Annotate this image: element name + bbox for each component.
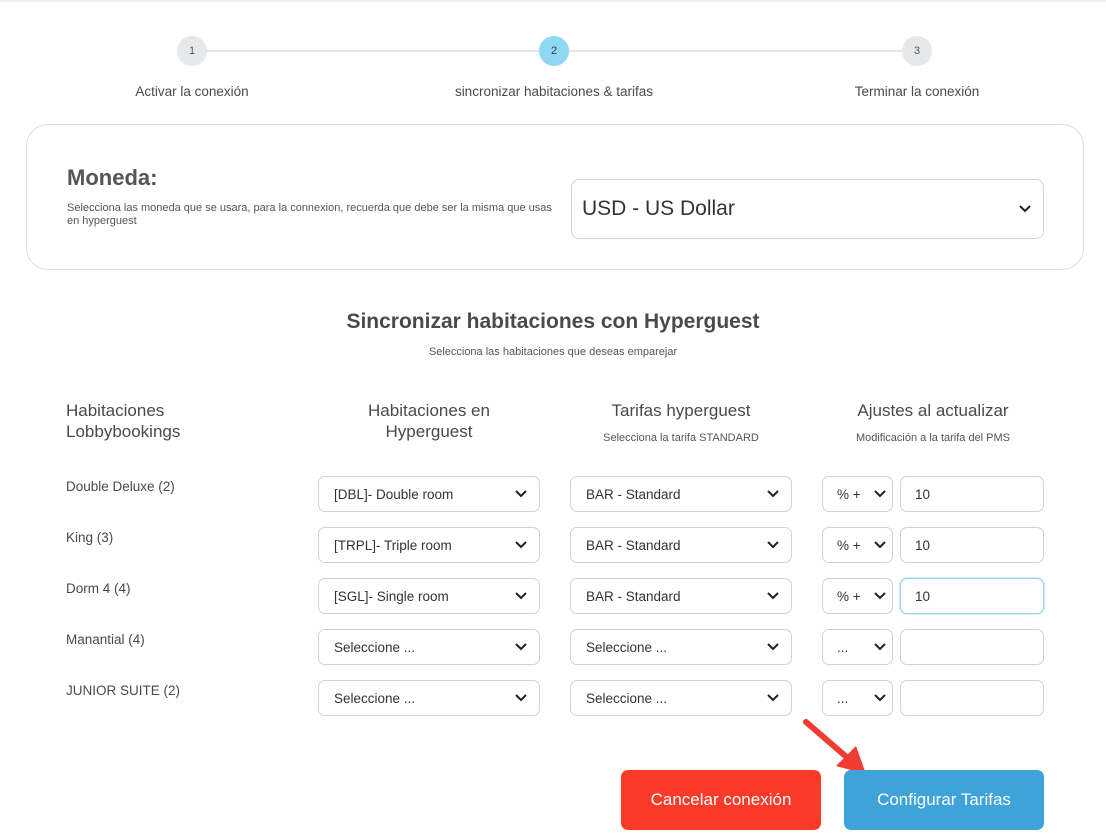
select-value: [DBL]- Double room (334, 486, 454, 502)
chevron-down-icon (874, 694, 886, 702)
chevron-down-icon (767, 541, 779, 549)
chevron-down-icon (515, 643, 527, 651)
hyperguest-room-select[interactable]: [SGL]- Single room (318, 578, 540, 614)
adjust-value-input[interactable] (900, 629, 1044, 665)
currency-card: Moneda: Selecciona las moneda que se usa… (26, 124, 1084, 270)
stepper-line (568, 50, 902, 52)
currency-description: Selecciona las moneda que se usara, para… (67, 202, 552, 227)
stepper-line (206, 50, 540, 52)
currency-select-value: USD - US Dollar (582, 197, 735, 220)
chevron-down-icon (767, 490, 779, 498)
room-label: King (3) (66, 530, 114, 545)
modifier-select[interactable]: % + (822, 578, 893, 614)
hyperguest-room-select[interactable]: Seleccione ... (318, 629, 540, 665)
column-header-lobby: Habitaciones Lobbybookings (66, 401, 181, 441)
select-value: BAR - Standard (586, 537, 681, 553)
column-header-adjust: Ajustes al actualizar (857, 401, 1009, 420)
hyperguest-room-select[interactable]: [DBL]- Double room (318, 476, 540, 512)
select-value: BAR - Standard (586, 588, 681, 604)
configure-rates-button[interactable]: Configurar Tarifas (844, 770, 1044, 830)
chevron-down-icon (874, 643, 886, 651)
progress-stepper: 1 2 3 Activar la conexión sincronizar ha… (0, 0, 1106, 110)
rate-select[interactable]: BAR - Standard (570, 578, 792, 614)
currency-select[interactable]: USD - US Dollar (571, 179, 1044, 239)
chevron-down-icon (1019, 205, 1031, 213)
select-value: % + (837, 486, 861, 502)
select-value: Seleccione ... (586, 639, 668, 655)
column-subheader-adjust: Modificación a la tarifa del PMS (855, 432, 1011, 444)
step-2-circle[interactable]: 2 (539, 36, 569, 66)
chevron-down-icon (874, 592, 886, 600)
hyperguest-room-select[interactable]: Seleccione ... (318, 680, 540, 716)
column-subheader-rates: Selecciona la tarifa STANDARD (603, 432, 759, 444)
chevron-down-icon (874, 490, 886, 498)
cancel-connection-button[interactable]: Cancelar conexión (621, 770, 821, 830)
step-1-circle[interactable]: 1 (177, 36, 207, 66)
modifier-select[interactable]: % + (822, 527, 893, 563)
rate-select[interactable]: Seleccione ... (570, 680, 792, 716)
adjust-value-input[interactable]: 10 (900, 527, 1044, 563)
sync-subtitle: Selecciona las habitaciones que deseas e… (428, 346, 678, 358)
select-value: Seleccione ... (334, 639, 416, 655)
step-2-label: sincronizar habitaciones & tarifas (454, 84, 654, 99)
chevron-down-icon (767, 694, 779, 702)
chevron-down-icon (515, 694, 527, 702)
rate-select[interactable]: BAR - Standard (570, 476, 792, 512)
room-label: Double Deluxe (2) (66, 479, 175, 494)
adjust-value-input[interactable]: 10 (900, 476, 1044, 512)
step-3-label: Terminar la conexión (854, 84, 980, 99)
chevron-down-icon (515, 490, 527, 498)
select-value: % + (837, 588, 861, 604)
chevron-down-icon (767, 592, 779, 600)
chevron-down-icon (874, 541, 886, 549)
currency-title: Moneda: (67, 165, 158, 190)
select-value: Seleccione ... (586, 690, 668, 706)
select-value: ... (837, 639, 849, 655)
column-header-rates: Tarifas hyperguest (611, 401, 751, 420)
room-label: JUNIOR SUITE (2) (66, 683, 181, 698)
select-value: [TRPL]- Triple room (334, 537, 452, 553)
select-value: [SGL]- Single room (334, 588, 449, 604)
sync-title: Sincronizar habitaciones con Hyperguest (346, 310, 760, 333)
adjust-value-input[interactable]: 10 (900, 578, 1044, 614)
chevron-down-icon (515, 541, 527, 549)
room-label: Dorm 4 (4) (66, 581, 131, 596)
hyperguest-room-select[interactable]: [TRPL]- Triple room (318, 527, 540, 563)
modifier-select[interactable]: ... (822, 629, 893, 665)
step-3-circle[interactable]: 3 (902, 36, 932, 66)
select-value: ... (837, 690, 849, 706)
select-value: Seleccione ... (334, 690, 416, 706)
chevron-down-icon (767, 643, 779, 651)
select-value: % + (837, 537, 861, 553)
step-1-label: Activar la conexión (135, 84, 249, 99)
rate-select[interactable]: Seleccione ... (570, 629, 792, 665)
rate-select[interactable]: BAR - Standard (570, 527, 792, 563)
select-value: BAR - Standard (586, 486, 681, 502)
modifier-select[interactable]: % + (822, 476, 893, 512)
adjust-value-input[interactable] (900, 680, 1044, 716)
chevron-down-icon (515, 592, 527, 600)
room-label: Manantial (4) (66, 632, 145, 647)
column-header-hyperguest: Habitaciones en Hyperguest (368, 401, 490, 441)
